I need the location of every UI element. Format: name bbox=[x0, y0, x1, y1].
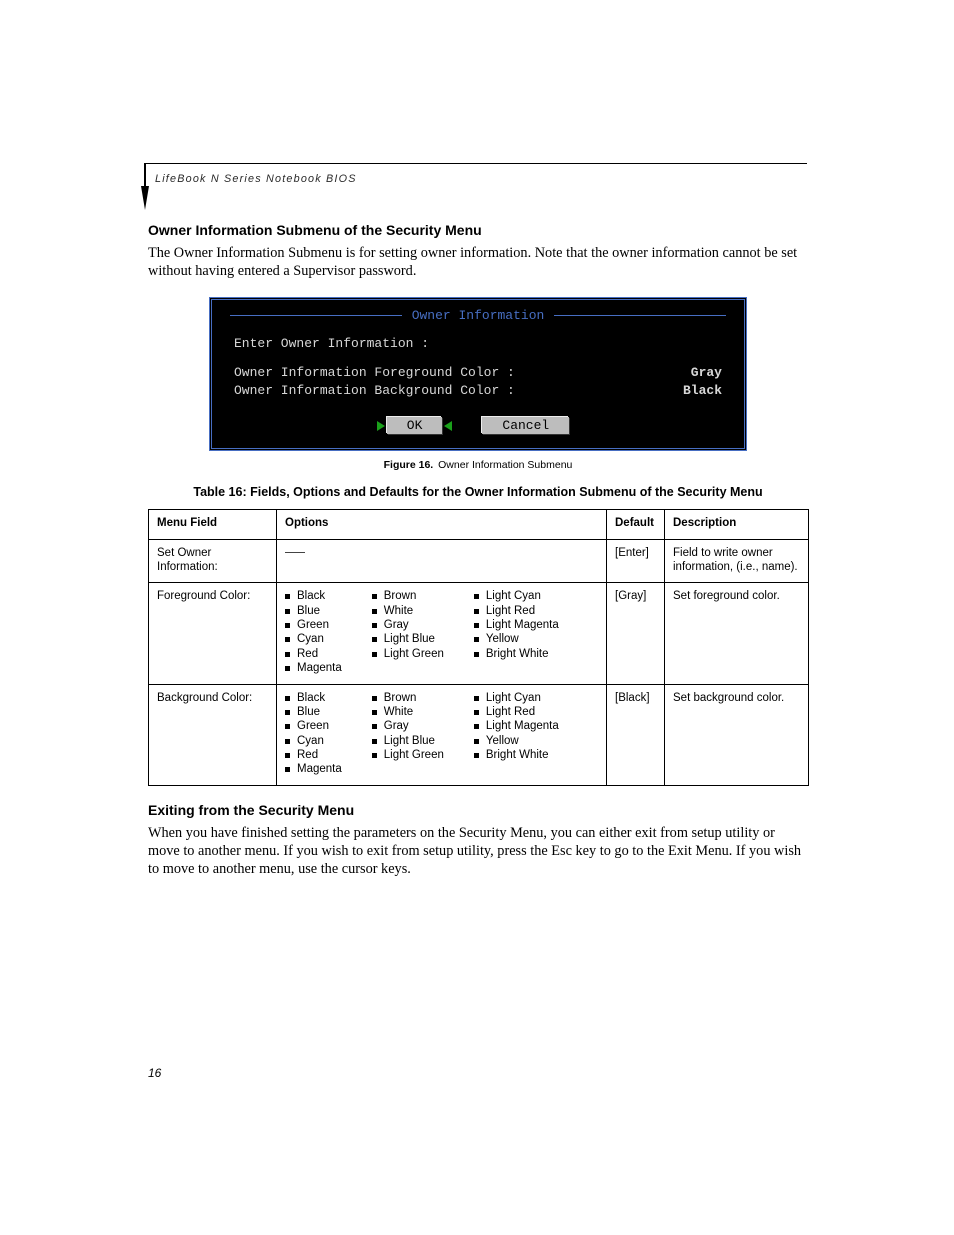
th-default: Default bbox=[607, 510, 665, 539]
table-row: Set Owner Information: [Enter] Field to … bbox=[149, 539, 809, 583]
section-heading-owner-info: Owner Information Submenu of the Securit… bbox=[148, 222, 808, 238]
cell-field: Background Color: bbox=[149, 684, 277, 785]
option-item: Light Green bbox=[372, 647, 444, 661]
option-column: Light Cyan Light Red Light Magenta Yello… bbox=[474, 691, 559, 777]
table-row: Foreground Color: Black Blue Green Cyan … bbox=[149, 583, 809, 684]
option-column: Brown White Gray Light Blue Light Green bbox=[372, 691, 444, 777]
option-item: White bbox=[372, 604, 444, 618]
option-item: Green bbox=[285, 719, 342, 733]
cell-desc: Field to write owner information, (i.e.,… bbox=[665, 539, 809, 583]
option-item: Light Red bbox=[474, 705, 559, 719]
bios-fg-row: Owner Information Foreground Color : Gra… bbox=[234, 364, 722, 382]
option-item: Cyan bbox=[285, 734, 342, 748]
option-item: Light Magenta bbox=[474, 719, 559, 733]
cell-options: Black Blue Green Cyan Red Magenta Brown … bbox=[277, 684, 607, 785]
cell-default: [Gray] bbox=[607, 583, 665, 684]
bios-title: Owner Information bbox=[412, 308, 545, 323]
bios-ok-button[interactable]: OK bbox=[387, 417, 443, 434]
option-item: Light Green bbox=[372, 748, 444, 762]
option-item: Magenta bbox=[285, 762, 342, 776]
bios-enter-owner-label: Enter Owner Information : bbox=[234, 335, 429, 353]
bios-title-rule-right bbox=[554, 315, 726, 316]
option-item: Red bbox=[285, 647, 342, 661]
bios-enter-owner-row: Enter Owner Information : bbox=[234, 335, 722, 353]
option-item: Light Magenta bbox=[474, 618, 559, 632]
option-item: Light Blue bbox=[372, 734, 444, 748]
bios-title-rule-left bbox=[230, 315, 402, 316]
table-header-row: Menu Field Options Default Description bbox=[149, 510, 809, 539]
option-item: Light Red bbox=[474, 604, 559, 618]
cell-default: [Black] bbox=[607, 684, 665, 785]
option-item: Brown bbox=[372, 691, 444, 705]
bios-fg-label: Owner Information Foreground Color : bbox=[234, 364, 515, 382]
em-dash-icon bbox=[285, 552, 305, 553]
bios-submenu-panel: Owner Information Enter Owner Informatio… bbox=[209, 297, 747, 452]
option-item: Cyan bbox=[285, 632, 342, 646]
page-number: 16 bbox=[148, 1066, 161, 1080]
cell-desc: Set background color. bbox=[665, 684, 809, 785]
bios-title-bar: Owner Information bbox=[230, 308, 726, 323]
cell-options: Black Blue Green Cyan Red Magenta Brown … bbox=[277, 583, 607, 684]
option-column: Black Blue Green Cyan Red Magenta bbox=[285, 691, 342, 777]
option-item: Yellow bbox=[474, 734, 559, 748]
cell-desc: Set foreground color. bbox=[665, 583, 809, 684]
figure-caption-text: Owner Information Submenu bbox=[438, 459, 572, 471]
option-item: Bright White bbox=[474, 748, 559, 762]
bios-fg-value: Gray bbox=[691, 364, 722, 382]
option-item: Gray bbox=[372, 618, 444, 632]
bios-bg-value: Black bbox=[683, 382, 722, 400]
header-rule bbox=[145, 163, 807, 164]
page-content: Owner Information Submenu of the Securit… bbox=[148, 222, 808, 891]
option-item: Green bbox=[285, 618, 342, 632]
option-item: Gray bbox=[372, 719, 444, 733]
document-page: LifeBook N Series Notebook BIOS Owner In… bbox=[0, 0, 954, 1235]
options-table: Menu Field Options Default Description S… bbox=[148, 509, 809, 786]
option-item: Black bbox=[285, 589, 342, 603]
cell-default: [Enter] bbox=[607, 539, 665, 583]
option-column: Black Blue Green Cyan Red Magenta bbox=[285, 589, 342, 675]
bios-bg-label: Owner Information Background Color : bbox=[234, 382, 515, 400]
bios-button-row: OK Cancel bbox=[234, 417, 722, 434]
option-column: Brown White Gray Light Blue Light Green bbox=[372, 589, 444, 675]
option-item: Brown bbox=[372, 589, 444, 603]
option-item: Black bbox=[285, 691, 342, 705]
cell-field: Foreground Color: bbox=[149, 583, 277, 684]
option-item: Light Cyan bbox=[474, 589, 559, 603]
option-item: Magenta bbox=[285, 661, 342, 675]
th-description: Description bbox=[665, 510, 809, 539]
table-row: Background Color: Black Blue Green Cyan … bbox=[149, 684, 809, 785]
running-head: LifeBook N Series Notebook BIOS bbox=[155, 173, 357, 185]
option-item: Bright White bbox=[474, 647, 559, 661]
table-caption: Table 16: Fields, Options and Defaults f… bbox=[148, 485, 808, 499]
option-item: Yellow bbox=[474, 632, 559, 646]
option-item: Light Cyan bbox=[474, 691, 559, 705]
th-menu-field: Menu Field bbox=[149, 510, 277, 539]
header-wedge-icon bbox=[141, 186, 149, 210]
section-heading-exiting: Exiting from the Security Menu bbox=[148, 802, 808, 818]
bios-bg-row: Owner Information Background Color : Bla… bbox=[234, 382, 722, 400]
section-paragraph: The Owner Information Submenu is for set… bbox=[148, 244, 808, 281]
th-options: Options bbox=[277, 510, 607, 539]
option-item: White bbox=[372, 705, 444, 719]
cell-options bbox=[277, 539, 607, 583]
figure-caption: Figure 16. Owner Information Submenu bbox=[148, 459, 808, 471]
section-paragraph-exiting: When you have finished setting the param… bbox=[148, 824, 808, 879]
option-item: Blue bbox=[285, 604, 342, 618]
figure-caption-label: Figure 16. bbox=[384, 459, 434, 471]
option-item: Red bbox=[285, 748, 342, 762]
cell-field: Set Owner Information: bbox=[149, 539, 277, 583]
spacer bbox=[234, 352, 722, 364]
option-column: Light Cyan Light Red Light Magenta Yello… bbox=[474, 589, 559, 675]
option-item: Blue bbox=[285, 705, 342, 719]
bios-cancel-button[interactable]: Cancel bbox=[482, 417, 569, 434]
option-item: Light Blue bbox=[372, 632, 444, 646]
